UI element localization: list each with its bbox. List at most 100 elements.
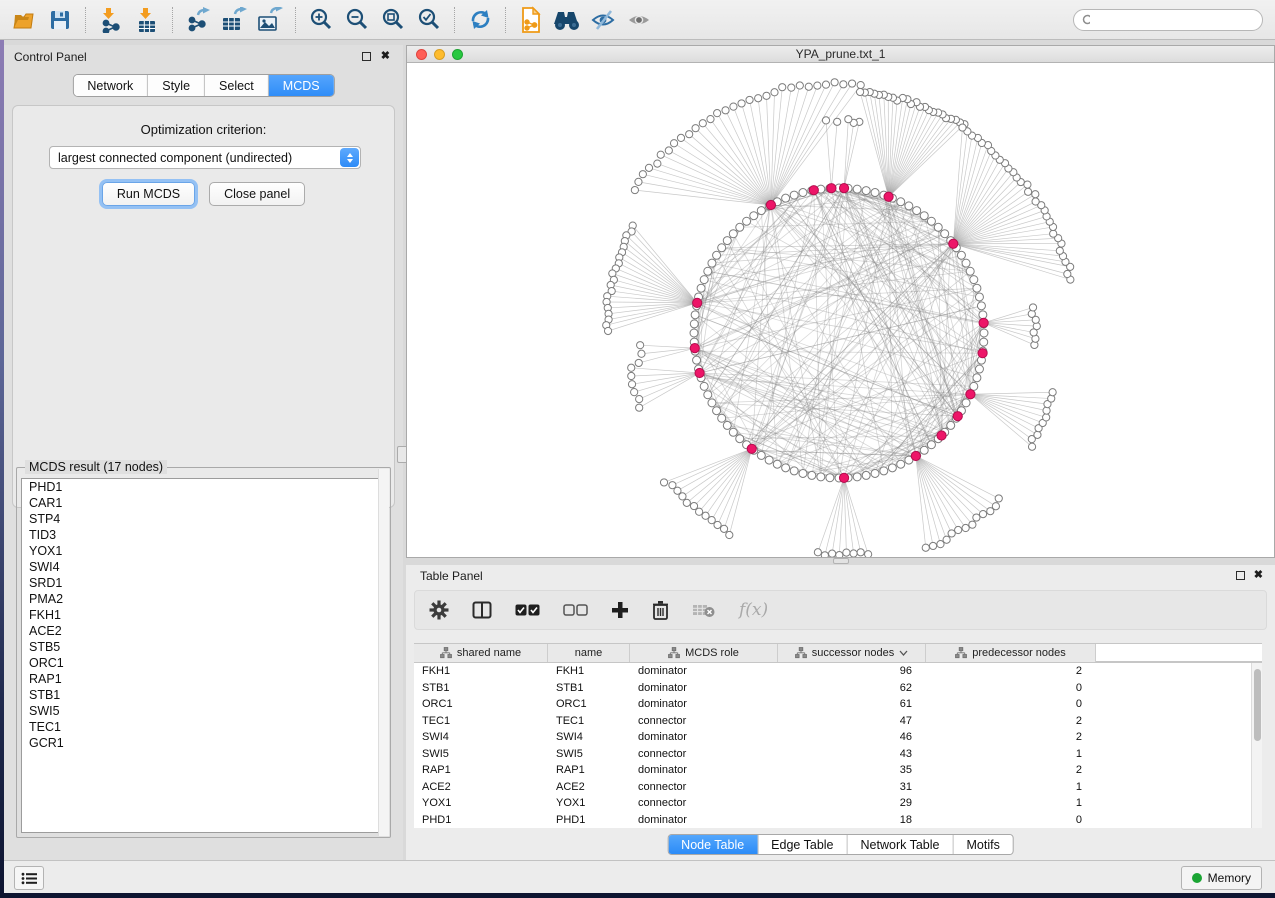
mcds-dominator-node[interactable] (695, 368, 704, 377)
network-node[interactable] (1050, 230, 1057, 237)
table-row[interactable]: STB1STB1dominator620 (414, 680, 1262, 697)
network-node[interactable] (913, 207, 921, 215)
float-window-icon[interactable] (1236, 571, 1245, 580)
network-node[interactable] (636, 395, 643, 402)
mcds-dominator-node[interactable] (839, 473, 848, 482)
network-node[interactable] (845, 116, 852, 123)
zoom-fit-button[interactable] (375, 4, 411, 36)
network-node[interactable] (962, 259, 970, 267)
column-header-shared-name[interactable]: shared name (414, 644, 548, 662)
network-node[interactable] (729, 230, 737, 238)
network-node[interactable] (696, 508, 703, 515)
network-node[interactable] (962, 524, 969, 531)
tab-network[interactable]: Network (73, 75, 148, 96)
export-table-button[interactable] (216, 4, 252, 36)
network-node[interactable] (654, 160, 661, 167)
network-node[interactable] (639, 171, 646, 178)
network-node[interactable] (857, 549, 864, 556)
network-node[interactable] (840, 81, 847, 88)
network-node[interactable] (808, 471, 816, 479)
network-node[interactable] (708, 399, 716, 407)
mcds-dominator-node[interactable] (979, 318, 988, 327)
table-scrollbar[interactable] (1251, 663, 1262, 828)
network-node[interactable] (880, 467, 888, 475)
network-node[interactable] (665, 147, 672, 154)
network-node[interactable] (736, 223, 744, 231)
network-node[interactable] (975, 365, 983, 373)
zoom-in-button[interactable] (303, 4, 339, 36)
network-canvas[interactable] (407, 63, 1274, 557)
function-builder-button-disabled[interactable]: f(x) (739, 597, 768, 623)
network-node[interactable] (693, 356, 701, 364)
network-node[interactable] (865, 551, 872, 557)
mcds-dominator-node[interactable] (827, 184, 836, 193)
network-node[interactable] (635, 359, 642, 366)
network-node[interactable] (927, 217, 935, 225)
delete-table-button-disabled[interactable] (692, 597, 716, 623)
float-window-icon[interactable] (362, 52, 371, 61)
run-mcds-button[interactable]: Run MCDS (102, 182, 195, 206)
table-row[interactable]: PHD1PHD1dominator180 (414, 812, 1262, 829)
network-node[interactable] (817, 473, 825, 481)
network-node[interactable] (1043, 414, 1050, 421)
network-node[interactable] (704, 391, 712, 399)
network-node[interactable] (1034, 431, 1041, 438)
network-node[interactable] (628, 372, 635, 379)
network-node[interactable] (782, 194, 790, 202)
network-node[interactable] (679, 493, 686, 500)
mcds-result-item[interactable]: YOX1 (22, 543, 385, 559)
mcds-result-item[interactable]: STB5 (22, 639, 385, 655)
network-node[interactable] (897, 198, 905, 206)
network-node[interactable] (966, 267, 974, 275)
network-node[interactable] (826, 474, 834, 482)
network-node[interactable] (1029, 304, 1036, 311)
network-node[interactable] (604, 327, 611, 334)
mcds-result-item[interactable]: PMA2 (22, 591, 385, 607)
search-input[interactable] (1095, 12, 1254, 28)
table-row[interactable]: SWI4SWI4dominator462 (414, 729, 1262, 746)
network-node[interactable] (1064, 270, 1071, 277)
network-node[interactable] (750, 212, 758, 220)
add-column-button[interactable] (611, 597, 629, 623)
network-node[interactable] (683, 499, 690, 506)
network-node[interactable] (920, 446, 928, 454)
column-header-mcds-role[interactable]: MCDS role (630, 644, 778, 662)
mcds-result-item[interactable]: FKH1 (22, 607, 385, 623)
network-node[interactable] (670, 140, 677, 147)
table-row[interactable]: RAP1RAP1dominator352 (414, 762, 1262, 779)
network-node[interactable] (631, 389, 638, 396)
mcds-dominator-node[interactable] (747, 444, 756, 453)
network-node[interactable] (957, 251, 965, 259)
network-node[interactable] (862, 187, 870, 195)
mcds-result-item[interactable]: STB1 (22, 687, 385, 703)
import-network-button[interactable] (93, 4, 129, 36)
network-node[interactable] (927, 441, 935, 449)
network-node[interactable] (888, 464, 896, 472)
network-node[interactable] (704, 267, 712, 275)
search-network-button[interactable] (549, 4, 585, 36)
network-node[interactable] (1024, 181, 1031, 188)
network-node[interactable] (1024, 188, 1031, 195)
hide-panel-button[interactable] (585, 4, 621, 36)
refresh-layout-button[interactable] (462, 4, 498, 36)
network-node[interactable] (628, 381, 635, 388)
network-node[interactable] (980, 329, 988, 337)
network-node[interactable] (755, 95, 762, 102)
network-node[interactable] (631, 186, 638, 193)
network-node[interactable] (763, 92, 770, 99)
export-network-button[interactable] (180, 4, 216, 36)
network-node[interactable] (853, 473, 861, 481)
column-header-name[interactable]: name (548, 644, 630, 662)
network-node[interactable] (941, 230, 949, 238)
network-node[interactable] (788, 84, 795, 91)
network-node[interactable] (995, 495, 1002, 502)
mcds-dominator-node[interactable] (911, 451, 920, 460)
network-node[interactable] (836, 552, 843, 557)
network-node[interactable] (821, 552, 828, 557)
network-node[interactable] (771, 89, 778, 96)
network-node[interactable] (782, 464, 790, 472)
network-node[interactable] (729, 428, 737, 436)
network-node[interactable] (822, 117, 829, 124)
network-node[interactable] (628, 364, 635, 371)
mcds-result-item[interactable]: ACE2 (22, 623, 385, 639)
